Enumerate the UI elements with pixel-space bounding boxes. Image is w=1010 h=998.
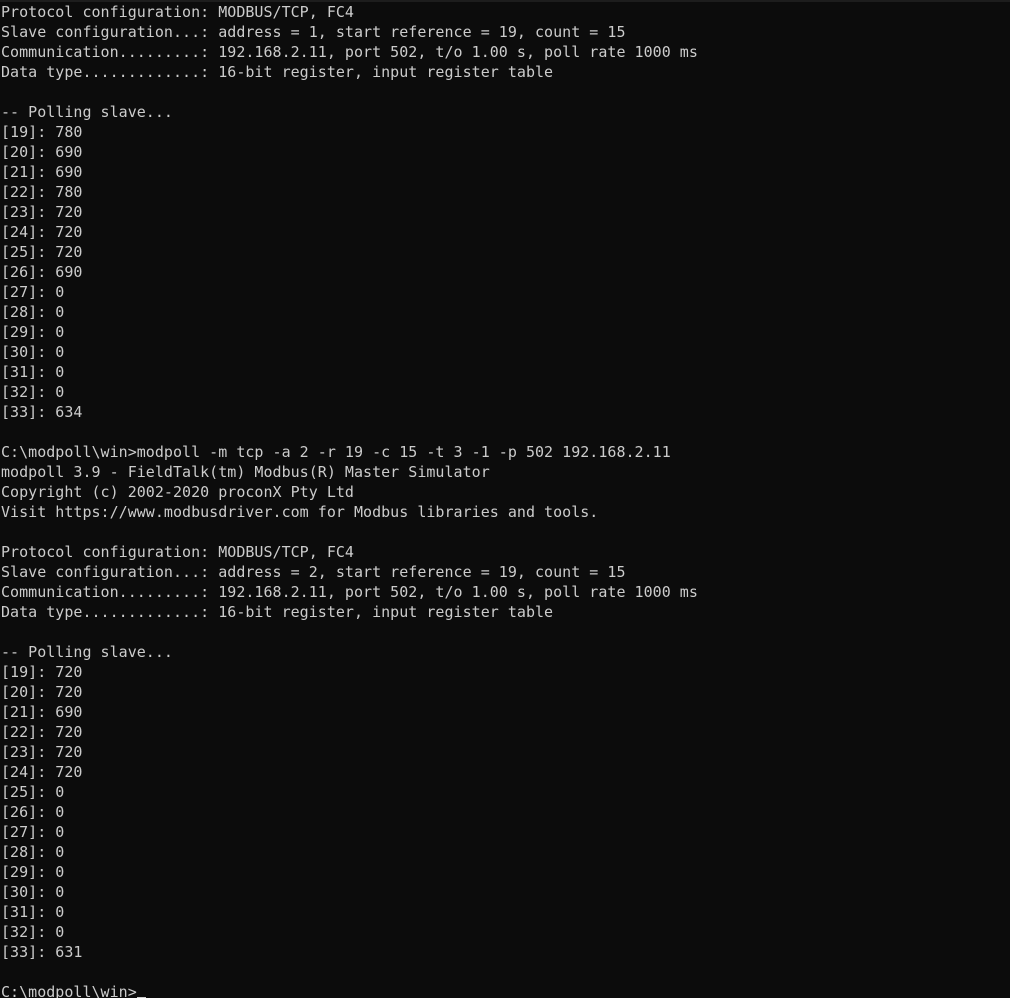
register-row: [32]: 0: [1, 383, 65, 401]
register-row: [26]: 690: [1, 263, 83, 281]
register-row: [24]: 720: [1, 763, 83, 781]
register-row: [29]: 0: [1, 323, 65, 341]
register-row: [19]: 720: [1, 663, 83, 681]
register-row: [28]: 0: [1, 843, 65, 861]
register-row: [33]: 631: [1, 943, 83, 961]
command-line[interactable]: C:\modpoll\win>modpoll -m tcp -a 2 -r 19…: [1, 442, 1010, 462]
register-row: [23]: 720: [1, 203, 83, 221]
register-row: [22]: 780: [1, 183, 83, 201]
register-row: [24]: 720: [1, 223, 83, 241]
final-prompt-line[interactable]: C:\modpoll\win>: [1, 982, 1010, 998]
prompt-text: C:\modpoll\win>: [1, 983, 137, 998]
register-row: [28]: 0: [1, 303, 65, 321]
register-row: [33]: 634: [1, 403, 83, 421]
banner-version-line: modpoll 3.9 - FieldTalk(tm) Modbus(R) Ma…: [1, 463, 490, 481]
register-row: [25]: 720: [1, 243, 83, 261]
register-row: [19]: 780: [1, 123, 83, 141]
register-row: [31]: 0: [1, 363, 65, 381]
console-window[interactable]: Protocol configuration: MODBUS/TCP, FC4 S…: [0, 0, 1010, 998]
text-cursor: [136, 982, 146, 998]
data-type-line: Data type.............: 16-bit register,…: [1, 603, 554, 621]
protocol-configuration-line: Protocol configuration: MODBUS/TCP, FC4: [1, 3, 354, 21]
register-row: [31]: 0: [1, 903, 65, 921]
polling-status-line: -- Polling slave...: [1, 643, 173, 661]
register-row: [21]: 690: [1, 703, 83, 721]
data-type-line: Data type.............: 16-bit register,…: [1, 63, 554, 81]
banner-copyright-line: Copyright (c) 2002-2020 proconX Pty Ltd: [1, 483, 354, 501]
register-row: [22]: 720: [1, 723, 83, 741]
register-row: [25]: 0: [1, 783, 65, 801]
slave-configuration-line: Slave configuration...: address = 2, sta…: [1, 563, 626, 581]
register-row: [20]: 690: [1, 143, 83, 161]
register-row: [20]: 720: [1, 683, 83, 701]
register-row: [30]: 0: [1, 343, 65, 361]
communication-line: Communication.........: 192.168.2.11, po…: [1, 43, 698, 61]
register-row: [26]: 0: [1, 803, 65, 821]
console-output-buffer: Protocol configuration: MODBUS/TCP, FC4 S…: [0, 2, 1010, 998]
register-row: [21]: 690: [1, 163, 83, 181]
register-row: [29]: 0: [1, 863, 65, 881]
register-row: [23]: 720: [1, 743, 83, 761]
register-row: [27]: 0: [1, 823, 65, 841]
register-row: [32]: 0: [1, 923, 65, 941]
register-row: [27]: 0: [1, 283, 65, 301]
communication-line: Communication.........: 192.168.2.11, po…: [1, 583, 698, 601]
banner-visit-line: Visit https://www.modbusdriver.com for M…: [1, 503, 599, 521]
slave-configuration-line: Slave configuration...: address = 1, sta…: [1, 23, 626, 41]
protocol-configuration-line: Protocol configuration: MODBUS/TCP, FC4: [1, 543, 354, 561]
register-row: [30]: 0: [1, 883, 65, 901]
polling-status-line: -- Polling slave...: [1, 103, 173, 121]
